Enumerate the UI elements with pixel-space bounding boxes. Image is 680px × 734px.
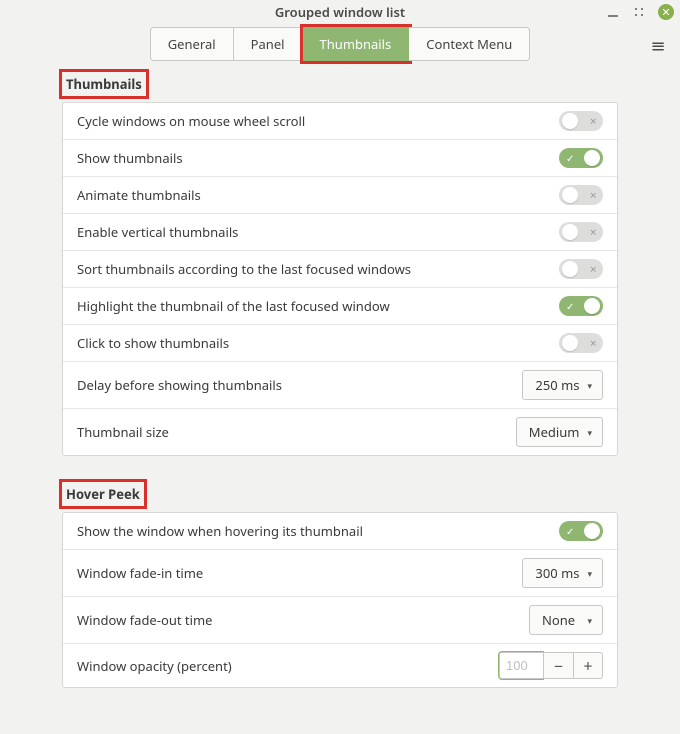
row-highlight-last: Highlight the thumbnail of the last focu… [63,287,617,324]
section-thumbnails: Thumbnails Cycle windows on mouse wheel … [62,72,618,456]
label-highlight-last: Highlight the thumbnail of the last focu… [77,297,559,315]
toggle-sort-last[interactable]: ✕ [559,259,603,279]
row-delay: Delay before showing thumbnails 250 ms ▾ [63,361,617,408]
cross-icon: ✕ [589,263,597,276]
cross-icon: ✕ [589,115,597,128]
toggle-cycle-scroll[interactable]: ✕ [559,111,603,131]
row-sort-last: Sort thumbnails according to the last fo… [63,250,617,287]
opacity-increment-button[interactable]: + [573,652,603,679]
minus-icon: − [554,655,563,677]
row-fade-in: Window fade-in time 300 ms ▾ [63,549,617,596]
titlebar: Grouped window list ✕ [0,0,680,24]
tab-context-menu[interactable]: Context Menu [409,27,530,61]
dropdown-delay[interactable]: 250 ms ▾ [522,370,603,400]
dropdown-fade-in-value: 300 ms [535,564,579,582]
row-cycle-scroll: Cycle windows on mouse wheel scroll ✕ [63,103,617,139]
label-fade-in: Window fade-in time [77,564,522,582]
section-title-hover: Hover Peek [62,482,144,506]
label-fade-out: Window fade-out time [77,611,529,629]
content: Thumbnails Cycle windows on mouse wheel … [0,64,680,734]
dropdown-delay-value: 250 ms [535,376,579,394]
check-icon: ✓ [566,524,574,538]
tab-general[interactable]: General [150,27,234,61]
toggle-click-show[interactable]: ✕ [559,333,603,353]
dropdown-fade-out[interactable]: None ▾ [529,605,603,635]
row-show-hover: Show the window when hovering its thumbn… [63,513,617,549]
plus-icon: + [583,655,592,677]
label-animate: Animate thumbnails [77,186,559,204]
input-opacity[interactable] [499,652,543,679]
cross-icon: ✕ [589,189,597,202]
close-icon: ✕ [661,7,670,18]
card-thumbnails: Cycle windows on mouse wheel scroll ✕ Sh… [62,102,618,456]
maximize-button[interactable] [632,5,646,19]
chevron-down-icon: ▾ [587,567,592,580]
row-opacity: Window opacity (percent) − + [63,643,617,687]
row-click-show: Click to show thumbnails ✕ [63,324,617,361]
dropdown-fade-out-value: None [542,611,575,629]
cross-icon: ✕ [589,337,597,350]
check-icon: ✓ [566,299,574,313]
dropdown-size-value: Medium [529,423,580,441]
toggle-vertical[interactable]: ✕ [559,222,603,242]
tab-group: General Panel Thumbnails Context Menu [150,27,531,61]
tab-panel[interactable]: Panel [234,27,303,61]
opacity-decrement-button[interactable]: − [543,652,573,679]
label-cycle-scroll: Cycle windows on mouse wheel scroll [77,112,559,130]
label-opacity: Window opacity (percent) [77,657,499,675]
dropdown-fade-in[interactable]: 300 ms ▾ [522,558,603,588]
section-hover-peek: Hover Peek Show the window when hovering… [62,482,618,688]
label-sort-last: Sort thumbnails according to the last fo… [77,260,559,278]
toggle-show-thumbs[interactable]: ✓ [559,148,603,168]
chevron-down-icon: ▾ [587,426,592,439]
toggle-animate[interactable]: ✕ [559,185,603,205]
spinbox-opacity: − + [499,652,603,679]
minimize-button[interactable] [606,5,620,19]
cross-icon: ✕ [589,226,597,239]
row-animate: Animate thumbnails ✕ [63,176,617,213]
row-size: Thumbnail size Medium ▾ [63,408,617,455]
row-vertical: Enable vertical thumbnails ✕ [63,213,617,250]
row-fade-out: Window fade-out time None ▾ [63,596,617,643]
hamburger-icon: ≡ [650,34,665,58]
chevron-down-icon: ▾ [587,379,592,392]
row-show-thumbs: Show thumbnails ✓ [63,139,617,176]
label-size: Thumbnail size [77,423,516,441]
dropdown-size[interactable]: Medium ▾ [516,417,603,447]
check-icon: ✓ [566,151,574,165]
toolbar: General Panel Thumbnails Context Menu ≡ [0,24,680,64]
label-vertical: Enable vertical thumbnails [77,223,559,241]
label-click-show: Click to show thumbnails [77,334,559,352]
window-title: Grouped window list [0,3,680,21]
toggle-highlight-last[interactable]: ✓ [559,296,603,316]
card-hover: Show the window when hovering its thumbn… [62,512,618,688]
label-delay: Delay before showing thumbnails [77,376,522,394]
label-show-hover: Show the window when hovering its thumbn… [77,522,559,540]
toggle-show-hover[interactable]: ✓ [559,521,603,541]
label-show-thumbs: Show thumbnails [77,149,559,167]
window-controls: ✕ [606,4,674,20]
chevron-down-icon: ▾ [587,614,592,627]
close-button[interactable]: ✕ [658,4,674,20]
tab-thumbnails[interactable]: Thumbnails [303,27,410,61]
hamburger-menu-button[interactable]: ≡ [646,34,670,58]
section-title-thumbnails: Thumbnails [62,72,146,96]
